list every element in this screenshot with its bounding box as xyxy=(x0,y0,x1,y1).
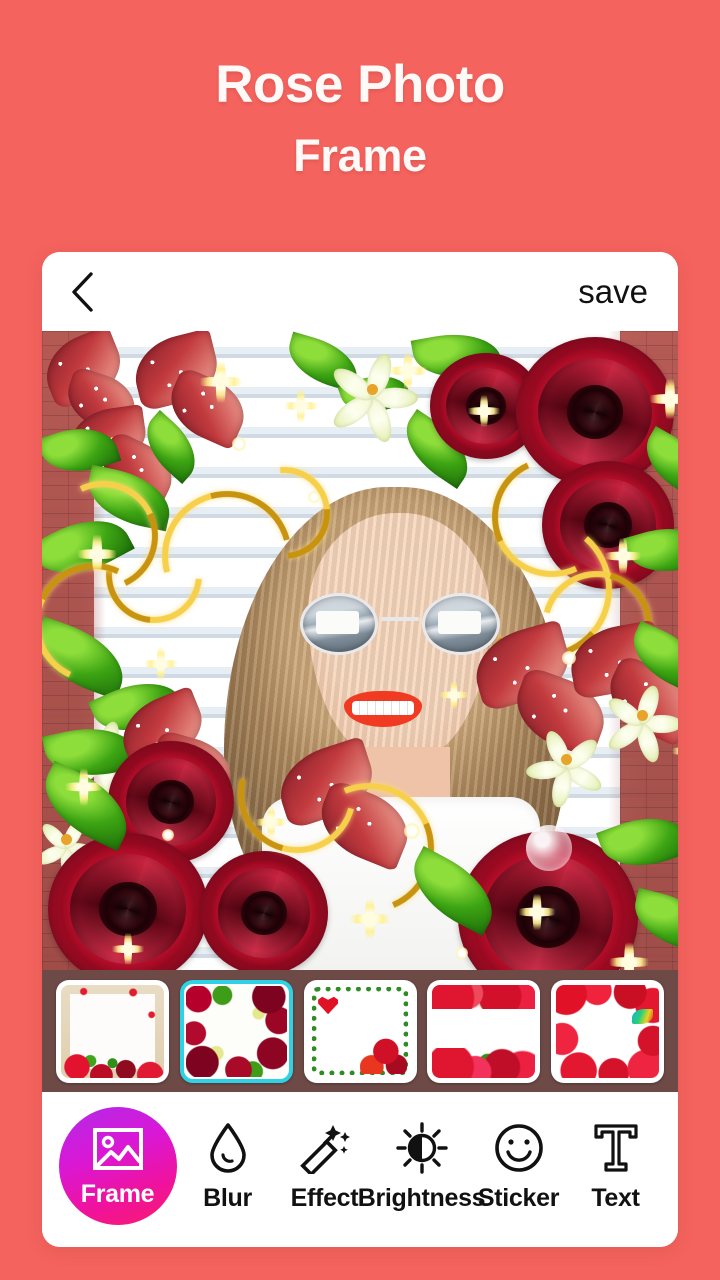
tool-frame-label: Frame xyxy=(80,1180,155,1208)
frame-thumbnail-2-selected[interactable] xyxy=(179,979,293,1083)
frame-thumbnail-3[interactable] xyxy=(303,979,417,1083)
brightness-icon xyxy=(395,1118,448,1178)
save-button[interactable]: save xyxy=(578,273,652,311)
magic-wand-icon xyxy=(299,1118,350,1178)
tool-blur[interactable]: Blur xyxy=(182,1118,274,1213)
tool-effect-label: Effect xyxy=(290,1184,359,1212)
frame-thumbnail-5[interactable] xyxy=(551,979,664,1083)
chevron-left-icon xyxy=(72,271,93,312)
tool-text[interactable]: Text xyxy=(570,1118,662,1213)
user-photo xyxy=(42,331,678,970)
photo-background-right xyxy=(620,331,678,970)
promo-header: Rose Photo Frame xyxy=(0,0,720,250)
tool-frame[interactable]: Frame xyxy=(58,1106,177,1225)
tool-effect[interactable]: Effect xyxy=(279,1118,371,1213)
image-icon xyxy=(92,1120,143,1178)
promo-title-line-1: Rose Photo xyxy=(215,55,505,114)
smiley-icon xyxy=(494,1118,544,1178)
back-button[interactable] xyxy=(66,271,100,312)
photo-canvas[interactable] xyxy=(42,331,678,970)
droplet-icon xyxy=(208,1118,248,1178)
tool-brightness[interactable]: Brightness xyxy=(358,1118,486,1213)
photo-subject xyxy=(224,441,566,970)
sunglasses xyxy=(300,593,500,655)
photo-background-left xyxy=(42,331,94,970)
tool-text-label: Text xyxy=(591,1184,640,1212)
tool-brightness-label: Brightness xyxy=(357,1184,486,1212)
tool-sticker-label: Sticker xyxy=(477,1184,560,1212)
frame-thumbnail-4[interactable] xyxy=(427,979,541,1083)
frame-thumbnail-1[interactable] xyxy=(56,979,169,1083)
promo-title-line-2: Frame xyxy=(293,130,427,181)
app-top-bar: save xyxy=(42,252,678,331)
frame-thumbnail-strip[interactable] xyxy=(42,970,678,1092)
tool-blur-label: Blur xyxy=(203,1184,252,1212)
app-screenshot-card: save Frame Blur Effect Brightness Sticke… xyxy=(42,252,678,1247)
editor-toolbar: Frame Blur Effect Brightness Sticker Tex… xyxy=(42,1092,678,1247)
text-t-icon xyxy=(593,1118,639,1178)
tool-sticker[interactable]: Sticker xyxy=(473,1118,565,1213)
